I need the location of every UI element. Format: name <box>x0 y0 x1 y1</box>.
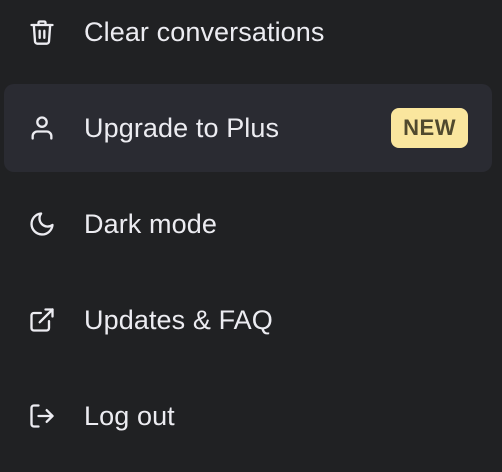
menu-item-clear-conversations[interactable]: Clear conversations <box>4 0 492 76</box>
menu-item-label: Updates & FAQ <box>84 304 273 335</box>
menu-item-label: Log out <box>84 400 175 431</box>
menu-item-label: Upgrade to Plus <box>84 112 280 143</box>
user-icon <box>28 114 56 142</box>
log-out-icon <box>28 402 56 430</box>
settings-menu: Clear conversations Upgrade to Plus NEW … <box>0 0 502 472</box>
menu-item-label: Dark mode <box>84 208 217 239</box>
menu-item-upgrade-to-plus[interactable]: Upgrade to Plus NEW <box>4 84 492 172</box>
menu-item-updates-faq[interactable]: Updates & FAQ <box>4 276 492 364</box>
menu-item-log-out[interactable]: Log out <box>4 372 492 460</box>
trash-icon <box>28 18 56 46</box>
external-link-icon <box>28 306 56 334</box>
moon-icon <box>28 210 56 238</box>
new-badge: NEW <box>391 108 468 148</box>
menu-item-dark-mode[interactable]: Dark mode <box>4 180 492 268</box>
menu-item-label: Clear conversations <box>84 16 325 47</box>
